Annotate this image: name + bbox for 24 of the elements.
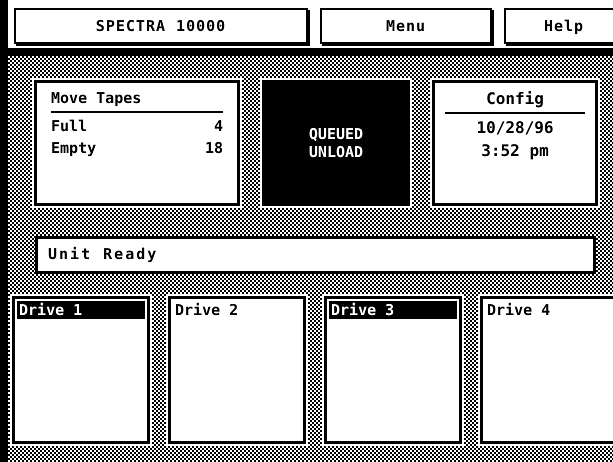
row-label: Empty — [51, 139, 96, 157]
drive-panel[interactable]: Drive 3 — [324, 296, 462, 444]
row-label: Full — [51, 117, 88, 135]
drive-panel[interactable]: Drive 1 — [12, 296, 150, 444]
panel-title: Move Tapes — [51, 89, 223, 113]
date-text: 10/28/96 — [476, 118, 554, 137]
row-value: 4 — [214, 117, 223, 135]
status-text: UNLOAD — [308, 143, 364, 161]
row-value: 18 — [204, 139, 223, 157]
help-button[interactable]: Help — [504, 8, 613, 44]
drive-label[interactable]: Drive 4 — [485, 301, 613, 319]
drive-label[interactable]: Drive 1 — [17, 301, 145, 319]
drive-label[interactable]: Drive 3 — [329, 301, 457, 319]
config-panel[interactable]: Config 10/28/96 3:52 pm — [432, 80, 598, 206]
title-button[interactable]: SPECTRA 10000 — [14, 8, 308, 44]
drive-panel[interactable]: Drive 2 — [168, 296, 306, 444]
drive-label[interactable]: Drive 2 — [173, 301, 301, 319]
menu-button[interactable]: Menu — [320, 8, 492, 44]
status-message: Unit Ready — [35, 236, 596, 274]
panel-title: Config — [445, 89, 585, 114]
status-text: QUEUED — [308, 125, 364, 143]
move-tapes-panel[interactable]: Move Tapes Full 4 Empty 18 — [34, 80, 240, 206]
drive-panel[interactable]: Drive 4 — [480, 296, 613, 444]
time-text: 3:52 pm — [481, 141, 549, 160]
